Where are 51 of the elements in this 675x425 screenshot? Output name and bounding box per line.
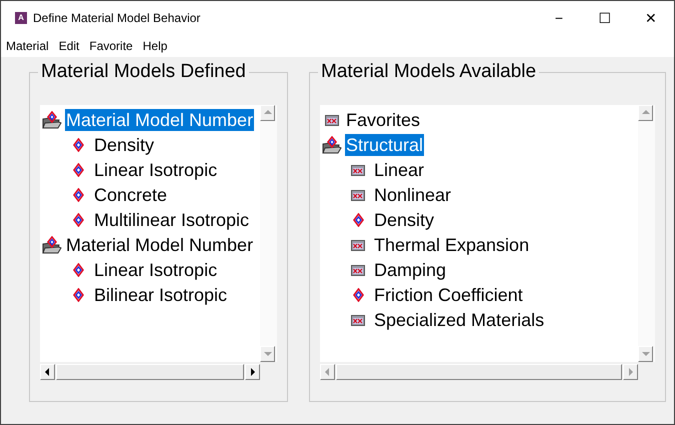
window-title: Define Material Model Behavior	[33, 10, 200, 27]
tree-item[interactable]: Linear Isotropic	[93, 158, 218, 180]
tree-item[interactable]: Linear	[373, 158, 426, 180]
tree-item[interactable]: Thermal Expansion	[373, 234, 530, 256]
diamond-icon	[72, 288, 84, 302]
scroll-down-button[interactable]	[638, 346, 653, 362]
open-folder-icon	[42, 110, 62, 128]
scroll-up-button[interactable]	[638, 105, 653, 121]
tree-item[interactable]: Damping	[373, 258, 448, 280]
tree-item[interactable]: Concrete	[93, 184, 168, 206]
tree-item[interactable]: Favorites	[345, 108, 422, 130]
open-folder-icon	[42, 236, 62, 254]
scroll-up-button[interactable]	[260, 105, 275, 121]
minimize-button[interactable]: −	[536, 1, 582, 35]
tree-item[interactable]: Linear Isotropic	[93, 258, 218, 280]
tree-item[interactable]: Material Model Number	[65, 234, 254, 256]
folder-icon	[351, 314, 365, 326]
diamond-icon	[72, 262, 84, 276]
tree-item[interactable]: Friction Coefficient	[373, 284, 524, 306]
tree-item[interactable]: Material Model Number	[65, 108, 254, 130]
tree-item[interactable]: Multilinear Isotropic	[93, 208, 250, 230]
maximize-button[interactable]: ☐	[582, 1, 628, 35]
folder-icon	[351, 264, 365, 276]
scroll-down-button[interactable]	[260, 346, 275, 362]
diamond-icon	[72, 138, 84, 152]
tree-item[interactable]: Density	[373, 208, 436, 230]
folder-icon	[351, 164, 365, 176]
diamond-icon	[72, 188, 84, 202]
open-folder-icon	[322, 136, 342, 154]
app-icon: A	[15, 12, 27, 24]
menu-item[interactable]: Material	[6, 37, 49, 55]
menu-item[interactable]: Help	[142, 37, 168, 55]
menu-item[interactable]: Edit	[58, 37, 80, 55]
folder-icon	[325, 114, 339, 126]
diamond-icon	[72, 212, 84, 226]
scroll-left-button[interactable]	[40, 364, 55, 380]
triangle-down-icon	[262, 349, 272, 359]
tree-item[interactable]: Density	[93, 134, 156, 156]
tree-item[interactable]: Structural	[345, 134, 424, 156]
scroll-right-button[interactable]	[245, 364, 260, 380]
close-button[interactable]: ✕	[628, 1, 674, 35]
tree-item[interactable]: Nonlinear	[373, 184, 452, 206]
tree-item[interactable]: Bilinear Isotropic	[93, 284, 228, 306]
folder-icon	[351, 188, 365, 200]
triangle-down-icon	[640, 349, 650, 359]
diamond-icon	[72, 162, 84, 176]
tree-item[interactable]: Specialized Materials	[373, 308, 546, 330]
menu-item[interactable]: Favorite	[89, 37, 133, 55]
diamond-icon	[352, 288, 364, 302]
diamond-icon	[352, 212, 364, 226]
folder-icon	[351, 238, 365, 250]
